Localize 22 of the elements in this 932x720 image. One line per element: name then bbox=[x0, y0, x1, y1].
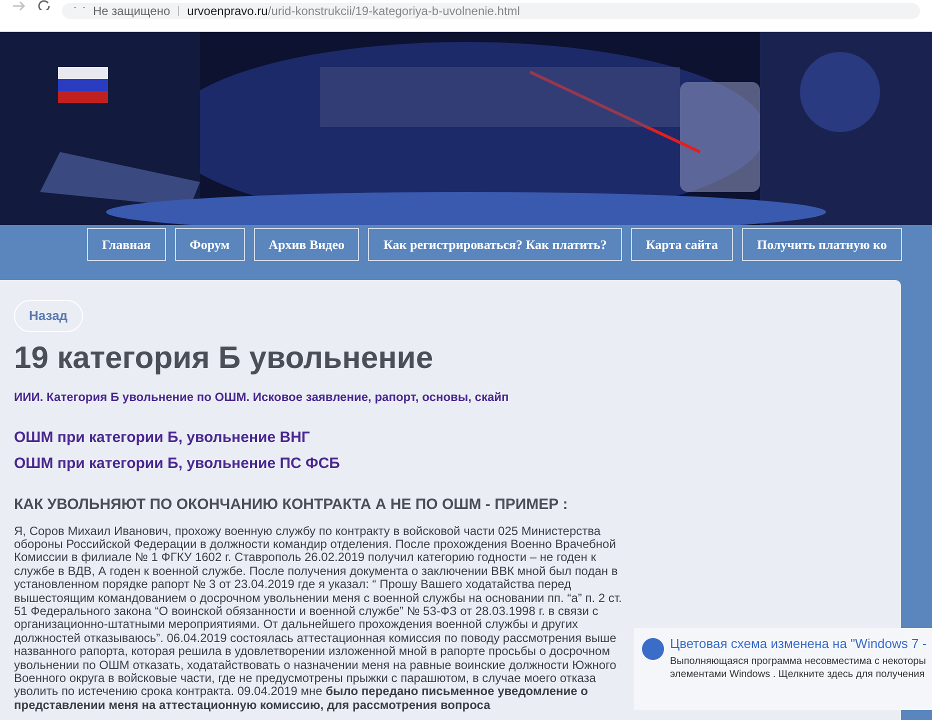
article-paragraph: Я, Соров Михаил Иванович, прохожу военную службу по контракту в войсковой части 025 Министерства обороны Российской Федерации в должности командир отделения. После прохождения Военно Врачебной Комиссии в филиале № 1 ФГКУ 1602 г. Ставрополь 26.02.2019 получил категорию годности – не годен к службе в ВДВ, А годен к военной службе. После получения документа о заключении ВВК мной был подан в установленном порядке рапорт № 3 от 23.04.2019 где я указал: “ Прошу Вашего ходатайства перед вышестоящим командованием о досрочном увольнении меня с военной службы на основании пп. “а” п. 2 ст. 51 Федерального закона “О воинской обязанности и военной службе” № 53-ФЗ от 28.03.1998 г. в связи с организационно-штатными мероприятиями. От дальнейшего прохождения военной службы и других должностей отказываюсь”. 06.04.2019 состоялась аттестационная комиссия по поводу рассмотрения выше названного рапорта, которая решила в удовлетворении изложенной мной в рапорте просьбы о досрочном увольнении по ОШМ отказать, ходатайствовать о назначении меня на равные воинские должности Южного Военного округа в войсковые части, где не предусмотрены прыжки с парашютом, в случае моего отказа уволить по истечению срока контракта. 09.04.2019 мне было передано письменное уведомление о представлении меня на аттестационную комиссию, для рассмотрения вопроса bbox=[14, 524, 623, 712]
nav-link[interactable]: Главная bbox=[87, 228, 166, 261]
nav-link[interactable]: Как регистрироваться? Как платить? bbox=[368, 228, 622, 261]
notification-title: Цветовая схема изменена на "Windows 7 - bbox=[670, 636, 927, 652]
notification-text: Выполняющаяся программа несовместима с некоторы bbox=[670, 655, 926, 668]
page-title: 19 категория Б увольнение bbox=[14, 339, 434, 377]
notification-text: элементами Windows . Щелкните здесь для получения bbox=[670, 668, 925, 681]
nav-link[interactable]: Архив Видео bbox=[254, 228, 360, 261]
security-label: Не защищено bbox=[93, 4, 170, 18]
article-link[interactable]: ОШМ при категории Б, увольнение ВНГ bbox=[14, 428, 310, 448]
url-text: urvoenpravo.ru/urid-konstrukcii/19-kategoriya-b-uvolnenie.html bbox=[187, 4, 520, 18]
forward-icon[interactable] bbox=[12, 1, 26, 11]
nav-link[interactable]: Карта сайта bbox=[630, 228, 733, 261]
address-bar[interactable]: Не защищено urvoenpravo.ru/urid-konstrukcii/19-kategoriya-b-uvolnenie.html bbox=[62, 3, 920, 19]
section-heading: КАК УВОЛЬНЯЮТ ПО ОКОНЧАНИЮ КОНТРАКТА А НЕ ПО ОШМ - ПРИМЕР : bbox=[14, 495, 569, 515]
nav-link[interactable]: Форум bbox=[174, 228, 245, 261]
back-button[interactable]: Назад bbox=[14, 300, 83, 332]
subtitle-text: ИИИ. Категория Б увольнение по ОШМ. Исковое заявление, рапорт, основы, скайп bbox=[14, 389, 510, 406]
notification-balloon[interactable]: Цветовая схема изменена на "Windows 7 - Выполняющаяся программа несовместима с некоторы элементами Windows . Щелкните здесь для получения bbox=[634, 628, 932, 710]
article-link[interactable]: ОШМ при категории Б, увольнение ПС ФСБ bbox=[14, 454, 340, 474]
reload-icon[interactable] bbox=[38, 0, 50, 10]
nav-link[interactable]: Получить платную ко bbox=[742, 228, 902, 261]
